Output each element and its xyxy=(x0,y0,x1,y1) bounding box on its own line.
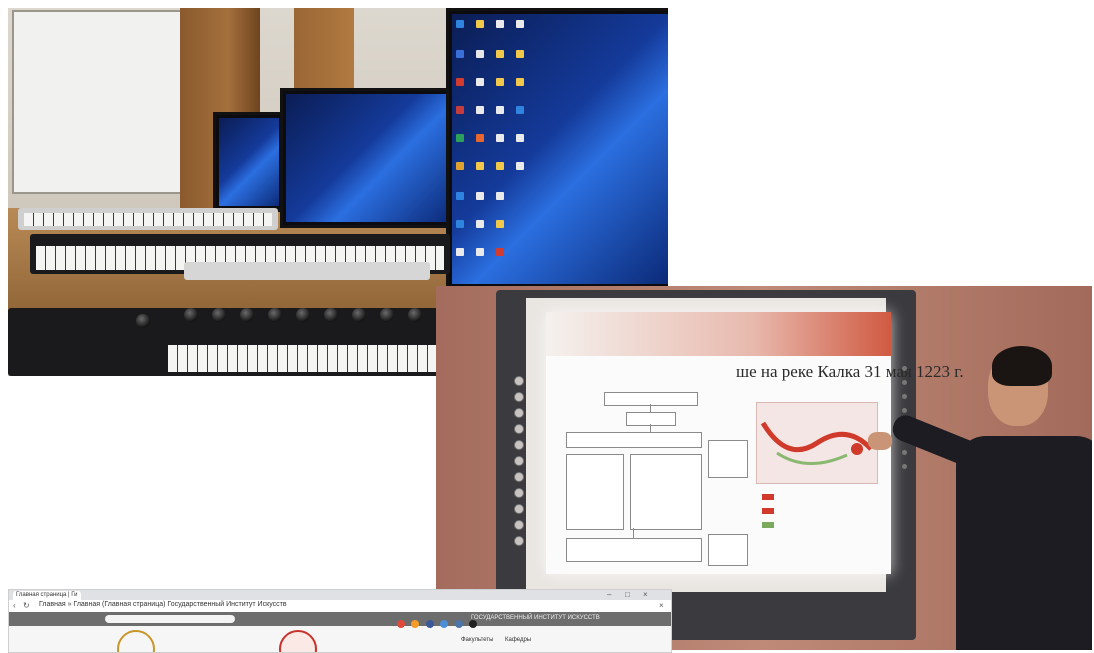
knob xyxy=(212,308,226,322)
site-nav-bar: ГОСУДАРСТВЕННЫЙ ИНСТИТУТ ИСКУССТВ xyxy=(9,612,671,628)
social-icon[interactable] xyxy=(440,620,449,628)
pc-keyboard xyxy=(184,262,430,280)
diagram-box xyxy=(566,538,702,562)
maximize-icon[interactable]: □ xyxy=(625,590,630,599)
knob xyxy=(296,308,310,322)
diagram-box xyxy=(708,534,748,566)
diagram-box xyxy=(708,440,748,478)
knob xyxy=(136,314,150,328)
whiteboard xyxy=(12,10,186,194)
diagram-box xyxy=(566,432,702,448)
minimize-icon[interactable]: – xyxy=(607,590,611,599)
desktop-screen xyxy=(219,118,279,206)
legend-swatch xyxy=(762,522,774,528)
projected-slide: ше на реке Калка 31 мая 1223 г. xyxy=(546,312,964,574)
back-icon[interactable]: ‹ xyxy=(13,601,16,610)
knob xyxy=(408,308,422,322)
knob xyxy=(380,308,394,322)
social-icon[interactable] xyxy=(454,620,463,628)
diagram-box xyxy=(604,392,698,406)
slide-banner xyxy=(546,312,891,356)
desktop-screen xyxy=(452,14,668,284)
social-icon[interactable] xyxy=(397,620,405,628)
university-website-screenshot-photo: Главная страница | Ги – □ × ‹ ↻ Главная … xyxy=(8,589,672,653)
browser-tab-bar: Главная страница | Ги – □ × xyxy=(9,590,671,600)
battle-map xyxy=(756,402,878,484)
close-icon[interactable]: × xyxy=(659,601,664,610)
site-nav-text: ГОСУДАРСТВЕННЫЙ ИНСТИТУТ ИСКУССТВ xyxy=(471,615,600,621)
anniversary-emblem xyxy=(279,630,317,652)
diagram-box xyxy=(566,454,624,530)
knob xyxy=(352,308,366,322)
browser-tab[interactable]: Главная страница | Ги xyxy=(13,591,81,600)
site-search-input[interactable] xyxy=(105,615,235,623)
social-icons xyxy=(397,615,479,633)
social-icon[interactable] xyxy=(411,620,420,628)
teacher-hand xyxy=(868,432,892,450)
address-text: Главная » Главная (Главная страница) Гос… xyxy=(39,601,287,608)
knob xyxy=(240,308,254,322)
legend-swatch xyxy=(762,494,774,500)
board-side-buttons xyxy=(514,376,524,552)
institute-emblem xyxy=(117,630,155,652)
monitor-middle xyxy=(280,88,456,228)
teacher-hair xyxy=(992,346,1052,386)
monitor-back xyxy=(213,112,285,212)
midi-keyboard-back xyxy=(18,208,278,230)
reload-icon[interactable]: ↻ xyxy=(23,601,30,610)
social-icon[interactable] xyxy=(425,620,434,628)
menu-departments[interactable]: Кафедры xyxy=(505,637,531,643)
social-icon[interactable] xyxy=(469,620,478,628)
diagram-box xyxy=(626,412,676,426)
knob xyxy=(268,308,282,322)
legend-swatch xyxy=(762,508,774,514)
knob xyxy=(184,308,198,322)
window-close-icon[interactable]: × xyxy=(643,590,648,599)
knob xyxy=(324,308,338,322)
menu-faculties[interactable]: Факультеты xyxy=(461,637,494,643)
slide-title: ше на реке Калка 31 мая 1223 г. xyxy=(736,362,964,381)
desktop-screen xyxy=(286,94,450,222)
map-arrows xyxy=(760,421,873,465)
diagram-box xyxy=(630,454,702,530)
